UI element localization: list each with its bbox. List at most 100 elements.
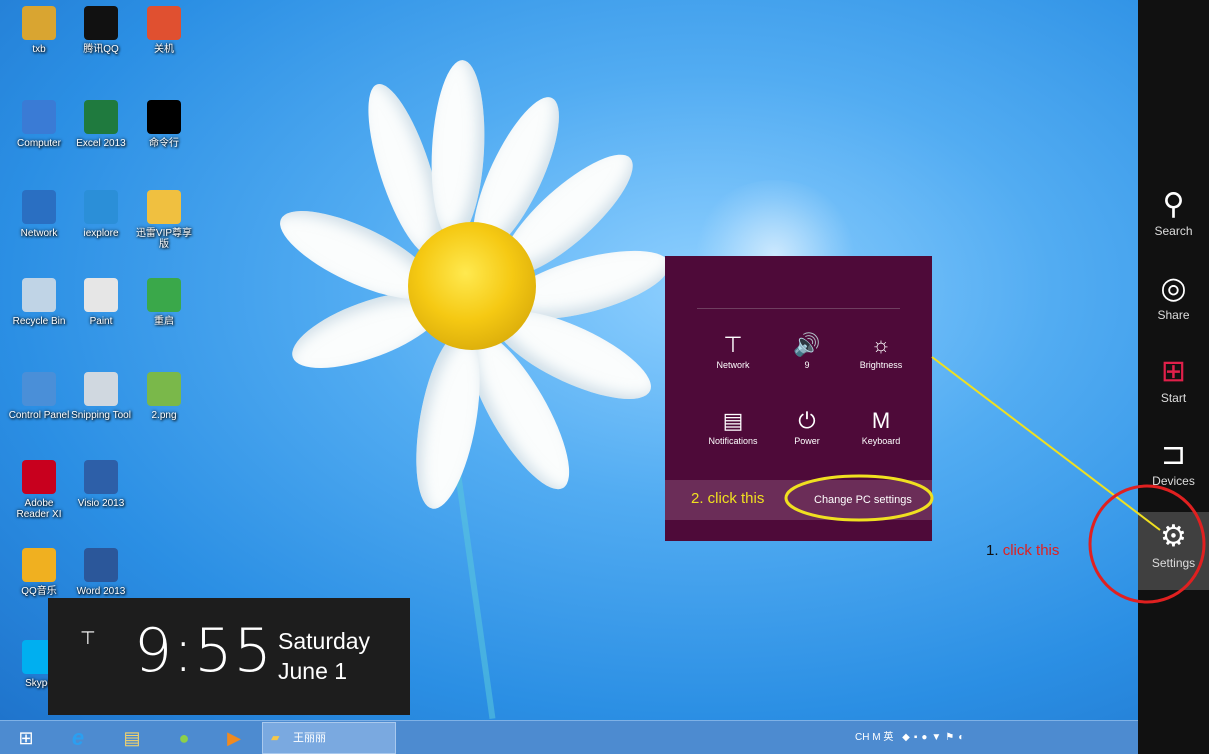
- desktop-icon-label: 2.png: [151, 410, 177, 421]
- desktop-icon-label: iexplore: [83, 228, 119, 239]
- desktop-icon-label: 重启: [154, 316, 174, 327]
- tray-language[interactable]: CH M 英: [855, 732, 893, 743]
- quick-setting-volume[interactable]: 🔊 9: [772, 330, 842, 370]
- charm-share[interactable]: ◎ Share: [1138, 264, 1209, 342]
- notifications-icon: ▤: [722, 408, 744, 433]
- charm-label: Settings: [1151, 556, 1196, 570]
- power-icon: ⏻: [798, 408, 816, 433]
- change-pc-settings-link[interactable]: Change PC settings: [814, 494, 912, 506]
- brightness-icon: ☼: [870, 332, 892, 357]
- charm-start[interactable]: ⊞ Start: [1138, 347, 1209, 425]
- media-player-icon[interactable]: ▶: [214, 723, 254, 753]
- charm-settings[interactable]: ⚙ Settings: [1138, 512, 1209, 590]
- desktop-icon-label: 命令行: [149, 138, 179, 149]
- restart-icon: [147, 278, 181, 312]
- clock-date: June 1: [278, 658, 348, 684]
- desktop-icon-label: Computer: [17, 138, 61, 149]
- system-tray: CH M 英 ◆▪●▼⚑◐: [855, 721, 968, 754]
- qq-music-icon: [22, 548, 56, 582]
- desktop-icon[interactable]: Recycle Bin: [8, 278, 70, 327]
- folder-icon: ▰: [271, 732, 280, 744]
- computer-icon: [22, 100, 56, 134]
- step1-annotation: 1. click this: [986, 542, 1059, 559]
- desktop-icon-label: 迅雷VIP尊享版: [135, 228, 193, 250]
- quick-setting-keyboard[interactable]: M Keyboard: [846, 406, 916, 446]
- desktop-icon-label: txb: [32, 44, 46, 55]
- network-globe-icon: [22, 190, 56, 224]
- desktop-icon[interactable]: Control Panel: [8, 372, 70, 421]
- desktop-icon-label: Visio 2013: [77, 498, 125, 509]
- folder-user-icon: [22, 6, 56, 40]
- desktop-icon-label: Network: [20, 228, 58, 239]
- quick-setting-label: Keyboard: [861, 436, 901, 446]
- desktop-icon[interactable]: Visio 2013: [70, 460, 132, 509]
- terminal-icon: [147, 100, 181, 134]
- charm-label: Search: [1154, 224, 1193, 238]
- quick-setting-label: Notifications: [708, 436, 758, 446]
- step1-number: 1.: [986, 542, 999, 559]
- step1-text: click this: [1002, 542, 1060, 559]
- taskbar: ⊞ e ▤ ● ▶ ▰ 王丽丽 CH M 英 ◆▪●▼⚑◐: [0, 720, 1138, 754]
- excel-icon: [84, 100, 118, 134]
- desktop-icon[interactable]: Adobe Reader XI: [8, 460, 70, 520]
- charm-search[interactable]: ⚲ Search: [1138, 180, 1209, 258]
- adobe-reader-icon: [22, 460, 56, 494]
- desktop-icon[interactable]: Paint: [70, 278, 132, 327]
- tray-icons[interactable]: ◆▪●▼⚑◐: [902, 732, 968, 743]
- change-pc-settings-row[interactable]: 2. click this Change PC settings: [665, 480, 932, 520]
- desktop-icon-label: Adobe Reader XI: [16, 498, 62, 520]
- desktop-icon[interactable]: 2.png: [133, 372, 195, 421]
- desktop-icon[interactable]: 腾讯QQ: [70, 6, 132, 55]
- gear-icon: ⚙: [1160, 520, 1187, 553]
- taskbar-window-label: 王丽丽: [293, 732, 326, 744]
- charms-bar: ⚲ Search ◎ Share ⊞ Start ⊐ Devices ⚙ Settings: [1138, 0, 1209, 754]
- charm-label: Start: [1160, 391, 1187, 405]
- paint-icon: [84, 278, 118, 312]
- visio-icon: [84, 460, 118, 494]
- desktop-icon[interactable]: Snipping Tool: [70, 372, 132, 421]
- quick-setting-notifications[interactable]: ▤ Notifications: [698, 406, 768, 446]
- quick-setting-network[interactable]: ⊤ Network: [698, 330, 768, 370]
- desktop-icon[interactable]: QQ音乐: [8, 548, 70, 597]
- clock-day: Saturday: [278, 628, 371, 654]
- quick-setting-label: Power: [794, 436, 820, 446]
- internet-explorer-icon[interactable]: e: [58, 723, 98, 753]
- share-icon: ◎: [1160, 272, 1187, 305]
- desktop-icon[interactable]: Word 2013: [70, 548, 132, 597]
- desktop-icon[interactable]: 重启: [133, 278, 195, 327]
- desktop-icon[interactable]: 迅雷VIP尊享版: [133, 190, 195, 250]
- desktop-icon-label: 腾讯QQ: [83, 44, 119, 55]
- desktop-icon[interactable]: Excel 2013: [70, 100, 132, 149]
- quick-setting-brightness[interactable]: ☼ Brightness: [846, 330, 916, 370]
- desktop-icon[interactable]: Network: [8, 190, 70, 239]
- word-icon: [84, 548, 118, 582]
- qq-penguin-icon: [84, 6, 118, 40]
- desktop-icon[interactable]: iexplore: [70, 190, 132, 239]
- desktop-icon[interactable]: Computer: [8, 100, 70, 149]
- settings-flyout: ⊤ Network 🔊 9 ☼ Brightness ▤ Notifications ⏻ Powe…: [665, 256, 932, 541]
- charm-devices[interactable]: ⊐ Devices: [1138, 430, 1209, 508]
- desktop-icon[interactable]: 关机: [133, 6, 195, 55]
- quick-setting-power[interactable]: ⏻ Power: [772, 406, 842, 446]
- app-icon[interactable]: ●: [164, 723, 204, 753]
- start-button[interactable]: ⊞: [6, 723, 46, 753]
- desktop-icon-label: Excel 2013: [76, 138, 126, 149]
- control-panel-icon: [22, 372, 56, 406]
- charm-label: Share: [1157, 308, 1190, 322]
- recycle-bin-icon: [22, 278, 56, 312]
- desktop-icon[interactable]: txb: [8, 6, 70, 55]
- desktop-icon-label: QQ音乐: [21, 586, 57, 597]
- taskbar-window-button[interactable]: ▰ 王丽丽: [262, 722, 396, 754]
- desktop-icon[interactable]: 命令行: [133, 100, 195, 149]
- keyboard-icon: M: [871, 408, 891, 433]
- volume-icon: 🔊: [793, 332, 821, 357]
- settings-divider: [697, 308, 900, 309]
- file-explorer-icon[interactable]: ▤: [112, 723, 152, 753]
- scissors-icon: [84, 372, 118, 406]
- desktop-icon-label: Control Panel: [8, 410, 70, 421]
- windows-logo-icon: ⊞: [1160, 355, 1187, 388]
- network-status-icon: ⊤: [80, 628, 96, 648]
- quick-setting-label: Network: [716, 360, 750, 370]
- step2-annotation: 2. click this: [691, 490, 765, 507]
- charm-label: Devices: [1152, 474, 1195, 488]
